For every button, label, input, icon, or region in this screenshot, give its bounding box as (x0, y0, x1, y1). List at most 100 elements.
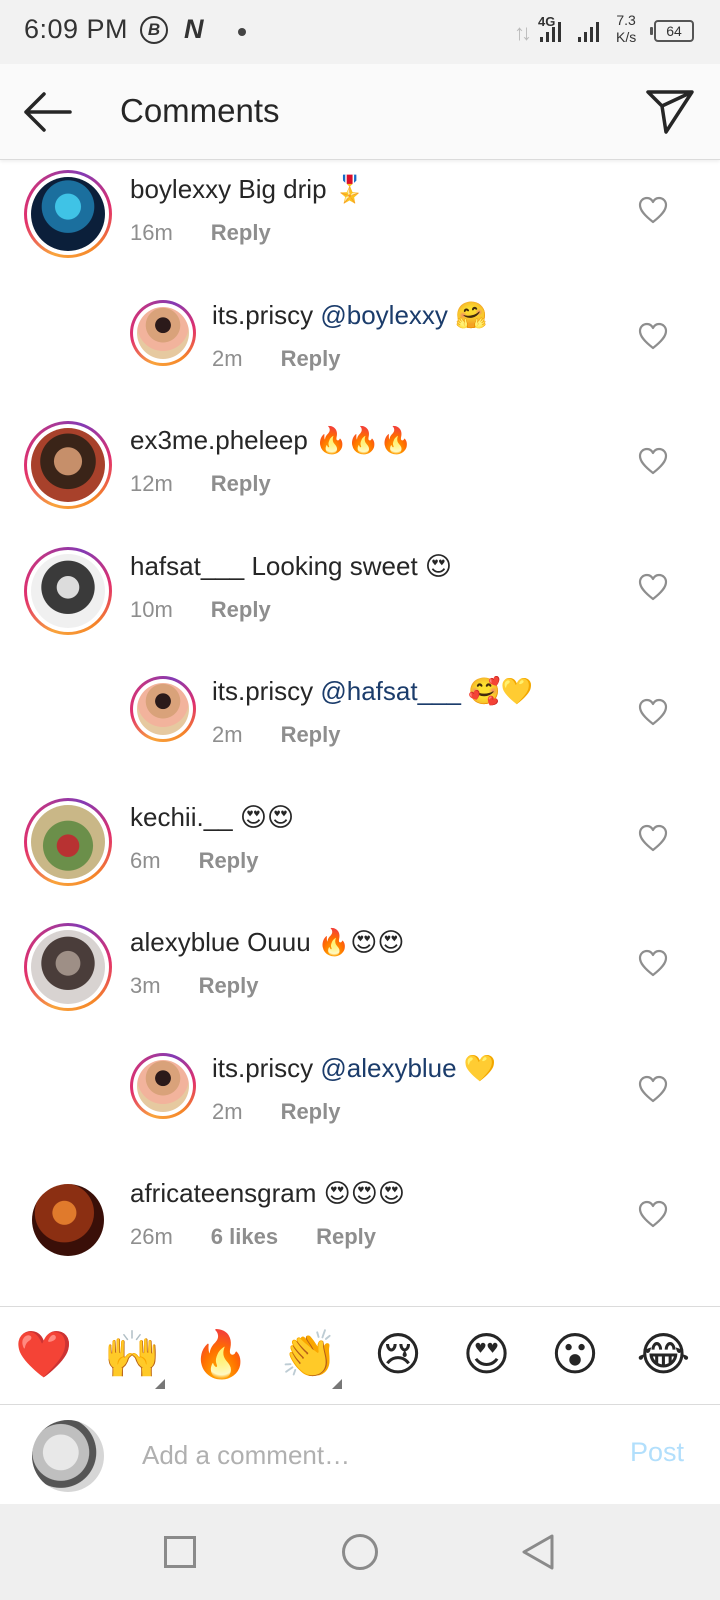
comment-username[interactable]: ex3me.pheleep (130, 425, 308, 455)
reply-button[interactable]: Reply (281, 346, 341, 371)
avatar-image (31, 930, 105, 1004)
page-title: Comments (120, 92, 280, 129)
reply-button[interactable]: Reply (199, 973, 259, 998)
network-speed: 7.3 K/s (616, 12, 636, 46)
avatar-image (31, 428, 105, 502)
like-comment-button[interactable] (638, 322, 668, 350)
comment[interactable]: ex3me.pheleep 🔥🔥🔥 12m Reply (0, 411, 720, 539)
avatar-image (31, 804, 105, 879)
avatar[interactable] (24, 797, 112, 886)
comment[interactable]: alexyblue Ouuu 🔥😍😍 3m Reply (0, 913, 720, 1041)
avatar-image (137, 683, 189, 735)
recents-button[interactable] (164, 1536, 196, 1568)
comment-username[interactable]: kechii.__ (130, 802, 233, 832)
comment-username[interactable]: its.priscy (212, 676, 313, 706)
comment[interactable]: kechii.__ 😍😍 6m Reply (0, 788, 720, 916)
avatar-image (137, 1059, 189, 1112)
avatar[interactable] (24, 546, 112, 635)
reply-button[interactable]: Reply (211, 597, 271, 622)
reply-comment[interactable]: its.priscy @alexyblue 💛 2m Reply (0, 1039, 720, 1167)
reply-button[interactable]: Reply (281, 722, 341, 747)
comment-emoji: 🎖️ (333, 174, 367, 204)
tears-of-joy-emoji[interactable]: 😂 (634, 1325, 694, 1383)
avatar[interactable] (130, 1052, 196, 1119)
heart-eyes-emoji[interactable]: 😍 (457, 1325, 517, 1383)
avatar[interactable] (24, 170, 112, 258)
home-button[interactable] (342, 1534, 378, 1570)
comment[interactable]: africateensgram 😍😍😍 26m 6 likes Reply (0, 1164, 720, 1292)
reply-comment[interactable]: its.priscy @boylexxy 🤗 2m Reply (0, 286, 720, 414)
reply-button[interactable]: Reply (316, 1224, 376, 1249)
raised-hands-emoji[interactable]: 🙌 (103, 1325, 163, 1383)
like-comment-button[interactable] (638, 1075, 668, 1103)
reply-button[interactable]: Reply (281, 1099, 341, 1124)
avatar[interactable] (130, 676, 196, 742)
avatar-border (27, 549, 109, 632)
system-back-button[interactable] (520, 1532, 556, 1572)
reply-comment[interactable]: its.priscy @hafsat___ 🥰💛 2m Reply (0, 662, 720, 790)
comment-username[interactable]: its.priscy (212, 300, 313, 330)
arrow-left-icon (24, 92, 72, 132)
fire-emoji[interactable]: 🔥 (191, 1325, 251, 1383)
comment-likes[interactable]: 6 likes (211, 1224, 278, 1249)
comment-emoji: 🥰💛 (460, 676, 533, 706)
reply-button[interactable]: Reply (211, 471, 271, 496)
avatar[interactable] (32, 1184, 104, 1256)
like-comment-button[interactable] (638, 698, 668, 726)
avatar-border (27, 173, 109, 255)
my-avatar (32, 1420, 104, 1492)
comment-emoji: 😍 (424, 550, 452, 581)
comment-input[interactable] (142, 1433, 602, 1477)
avatar[interactable] (24, 421, 112, 509)
avatar-image (31, 553, 105, 628)
skin-tone-indicator-icon (331, 1379, 342, 1389)
comment-username[interactable]: africateensgram (130, 1178, 316, 1208)
like-comment-button[interactable] (638, 949, 668, 977)
comment-username[interactable]: its.priscy (212, 1053, 313, 1083)
signal-2-icon (578, 20, 599, 42)
heart-outline-icon (638, 949, 668, 977)
comment-mention[interactable]: @alexyblue (320, 1053, 456, 1083)
back-button[interactable] (20, 88, 72, 136)
comment-body: Ouuu (239, 927, 318, 957)
comment[interactable]: hafsat___ Looking sweet 😍 10m Reply (0, 537, 720, 665)
comment-text: ex3me.pheleep 🔥🔥🔥 (130, 425, 412, 456)
crying-face-emoji[interactable]: 😢 (368, 1325, 428, 1383)
red-heart-emoji[interactable]: ❤️ (14, 1325, 74, 1383)
comment-meta: 12m Reply (130, 471, 309, 497)
comment-time: 6m (130, 847, 161, 873)
comment[interactable]: boylexxy Big drip 🎖️ 16m Reply (0, 160, 720, 288)
comment-time: 3m (130, 973, 161, 998)
triangle-back-icon (522, 1534, 554, 1570)
comment-mention[interactable]: @boylexxy (320, 300, 448, 330)
comments-list[interactable]: boylexxy Big drip 🎖️ 16m Reply its.priscy @… (0, 160, 720, 1306)
clapping-hands-emoji[interactable]: 👏 (280, 1325, 340, 1383)
comment-username[interactable]: boylexxy (130, 174, 231, 204)
comment-username[interactable]: hafsat___ (130, 551, 244, 581)
like-comment-button[interactable] (638, 824, 668, 852)
comment-meta: 2m Reply (212, 722, 378, 748)
n-notification-icon: N (184, 14, 204, 44)
like-comment-button[interactable] (638, 1200, 668, 1228)
share-button[interactable] (644, 86, 696, 138)
battery-icon: 64 (650, 20, 694, 42)
post-button[interactable]: Post (630, 1437, 684, 1468)
surprised-face-emoji[interactable]: 😮 (545, 1325, 605, 1383)
comment-emoji: 😍😍😍 (323, 1178, 405, 1208)
like-comment-button[interactable] (638, 447, 668, 475)
comment-meta: 3m Reply (130, 973, 296, 999)
comment-mention[interactable]: @hafsat___ (320, 676, 461, 706)
network-speed-value: 7.3 (616, 12, 636, 28)
avatar-border (133, 1055, 193, 1116)
reply-button[interactable]: Reply (199, 848, 259, 873)
comment-meta: 10m Reply (130, 597, 309, 623)
like-comment-button[interactable] (638, 196, 668, 224)
avatar[interactable] (24, 923, 112, 1011)
comment-text: its.priscy @alexyblue 💛 (212, 1053, 496, 1084)
avatar[interactable] (130, 299, 196, 366)
comment-username[interactable]: alexyblue (130, 927, 240, 957)
like-comment-button[interactable] (638, 573, 668, 601)
status-time: 6:09 PM (24, 14, 129, 44)
comment-time: 16m (130, 220, 173, 245)
reply-button[interactable]: Reply (211, 220, 271, 245)
